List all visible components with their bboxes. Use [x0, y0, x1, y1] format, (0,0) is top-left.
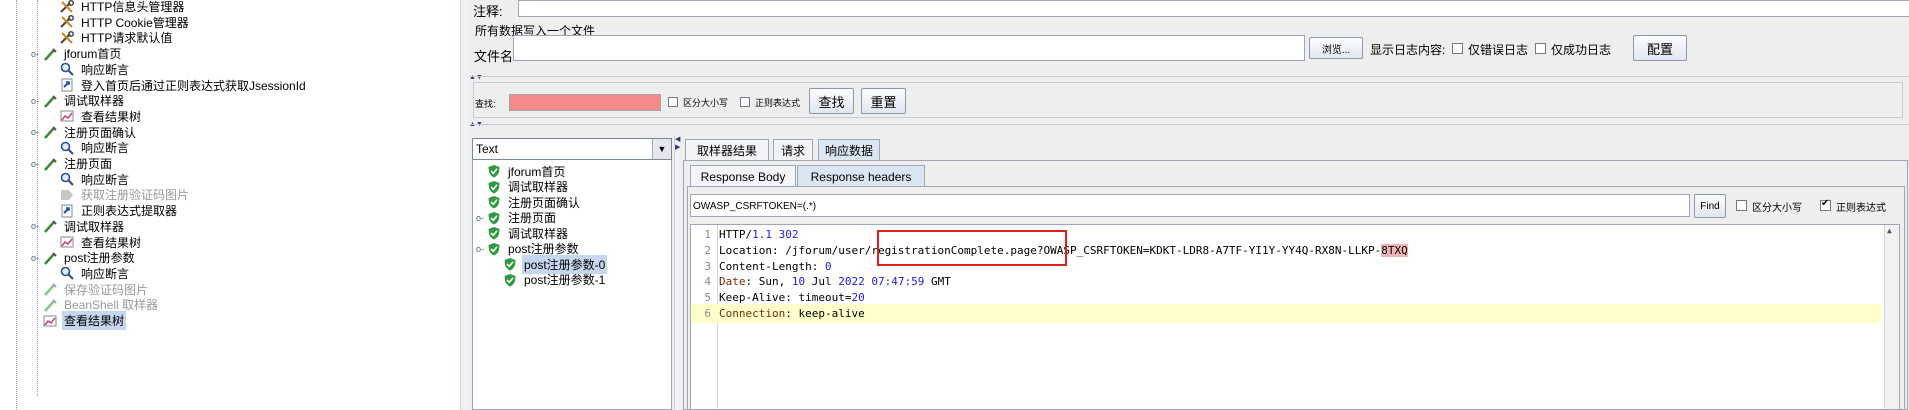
chevron-down-icon[interactable]: ▼ [652, 139, 671, 159]
success-shield-icon [487, 211, 501, 225]
search-bar: 查找: 区分大小写 正则表达式 查找 重置 [473, 82, 1903, 118]
line-number: 4 [704, 275, 711, 289]
tree-item-label: 查看结果树 [62, 311, 127, 330]
header-case-checkbox[interactable] [1736, 200, 1747, 211]
line-number: 6 [704, 307, 711, 320]
case-sensitive-checkbox[interactable] [668, 97, 678, 107]
reset-button[interactable]: 重置 [861, 88, 906, 114]
find-button[interactable]: 查找 [809, 88, 854, 114]
tab-response-data[interactable]: 响应数据 [818, 139, 880, 161]
success-shield-icon [503, 273, 517, 287]
header-case-label: 区分大小写 [1752, 203, 1802, 214]
response-headers-text[interactable]: 1 HTTP/1.1 302 2 Location: /jforum/user/reg… [690, 224, 1900, 410]
scroll-up-icon[interactable]: ▲ [1887, 226, 1892, 235]
expand-toggle-icon[interactable]: o- [475, 213, 485, 223]
success-only-label: 仅成功日志 [1551, 43, 1612, 57]
header-regex-label: 正则表达式 [1836, 203, 1886, 214]
vertical-scrollbar[interactable]: ▲ [1884, 225, 1899, 409]
expand-toggle-icon[interactable]: o- [30, 49, 40, 59]
divider [469, 124, 1909, 125]
header-find-button[interactable]: Find [1694, 194, 1726, 218]
results-list[interactable]: jforum首页 调试取样器 注册页面确认 o- 注册页面 调试取样器 o-post注册参数… [472, 138, 672, 410]
success-shield-icon [487, 164, 501, 178]
header-search-input[interactable]: OWASP_CSRFTOKEN=(.*) [690, 194, 1690, 217]
log-display-label: 显示日志内容: [1370, 43, 1446, 57]
case-sensitive-label: 区分大小写 [683, 98, 729, 108]
filename-label: 文件名 [474, 49, 514, 64]
search-input[interactable] [509, 94, 661, 111]
line-number: 5 [704, 291, 711, 305]
tab-request[interactable]: 请求 [773, 139, 813, 161]
success-shield-icon [487, 242, 501, 256]
expand-toggle-icon[interactable]: o- [475, 244, 485, 254]
errors-only-label: 仅错误日志 [1468, 43, 1529, 57]
expand-toggle-icon[interactable]: o- [30, 159, 40, 169]
results-splitter[interactable]: ◀ ▶ [674, 136, 681, 410]
configure-button[interactable]: 配置 [1633, 35, 1687, 61]
renderer-select[interactable]: Text ▼ [472, 138, 672, 160]
success-shield-icon [487, 195, 501, 209]
tree-item[interactable]: 查看结果树 [30, 311, 127, 330]
success-shield-icon [487, 180, 501, 194]
code-text: Keep-Alive: timeout=20 [719, 291, 865, 305]
regex-checkbox[interactable] [740, 97, 750, 107]
filename-input[interactable] [513, 35, 1305, 61]
browse-button[interactable]: 浏览... [1309, 37, 1363, 59]
code-text: Connection: keep-alive [719, 307, 865, 320]
subtab-response-headers[interactable]: Response headers [797, 165, 925, 187]
success-shield-icon [487, 226, 501, 240]
divider [469, 76, 1909, 77]
line-number: 1 [704, 228, 711, 241]
tree-guide-line [16, 0, 17, 410]
errors-only-checkbox[interactable] [1452, 43, 1463, 54]
result-item[interactable]: post注册参数-1 [491, 271, 607, 289]
comment-label: 注释: [473, 4, 503, 19]
file-group: 所有数据写入一个文件 文件名 浏览... 显示日志内容: 仅错误日志 仅成功日志… [473, 21, 1903, 73]
renderer-select-value: Text [476, 142, 499, 156]
expand-toggle-icon[interactable]: o- [30, 127, 40, 137]
code-text: Content-Length: 0 [719, 259, 832, 273]
expand-toggle-icon[interactable]: o- [30, 221, 40, 231]
line-number: 3 [704, 259, 711, 273]
chart-icon [42, 313, 58, 329]
search-label: 查找: [475, 99, 496, 109]
expand-toggle-icon[interactable]: o- [30, 253, 40, 263]
result-item-label: post注册参数-1 [524, 273, 606, 287]
regex-label: 正则表达式 [755, 98, 801, 108]
subtab-response-body[interactable]: Response Body [690, 165, 796, 187]
code-line: 6 Connection: keep-alive [691, 304, 1881, 323]
header-regex-checkbox[interactable] [1820, 198, 1831, 211]
success-only-checkbox[interactable] [1535, 43, 1546, 54]
expand-toggle-icon[interactable]: o- [30, 96, 40, 106]
code-text: Date: Sun, 10 Jul 2022 07:47:59 GMT [719, 275, 951, 289]
tab-sampler-result[interactable]: 取样器结果 [685, 139, 769, 161]
line-number: 2 [704, 243, 711, 257]
success-shield-icon [503, 257, 517, 271]
code-text: HTTP/1.1 302 [719, 228, 799, 241]
test-plan-tree[interactable]: HTTP信息头管理器 HTTP Cookie管理器 HTTP请求默认值 o-jforu… [0, 0, 460, 410]
comment-input[interactable] [518, 0, 1909, 17]
annotation-box [877, 230, 1067, 266]
